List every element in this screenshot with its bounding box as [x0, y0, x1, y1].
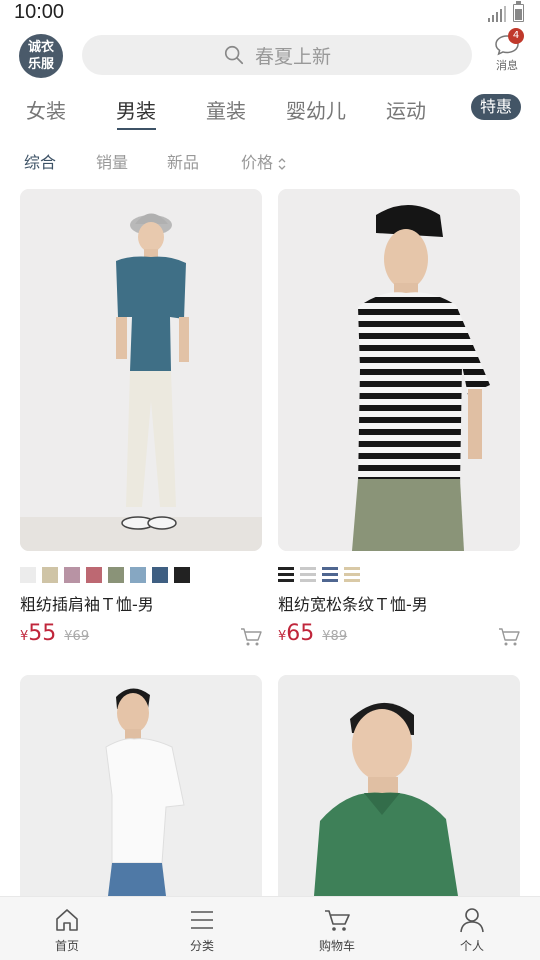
price-row: ¥55 ¥69 — [20, 621, 262, 649]
color-swatch[interactable] — [322, 567, 338, 583]
sort-comprehensive[interactable]: 综合 — [24, 149, 56, 173]
color-swatches — [20, 567, 190, 583]
search-icon — [224, 45, 244, 65]
search-bar[interactable]: 春夏上新 — [82, 35, 472, 75]
messages-label: 消息 — [496, 59, 518, 72]
product-image[interactable] — [20, 675, 262, 896]
product-image[interactable] — [278, 675, 520, 896]
sort-sales[interactable]: 销量 — [96, 149, 128, 173]
category-tabs: 女装 男装 童装 婴幼儿 运动 — [0, 88, 540, 132]
color-swatch[interactable] — [20, 567, 36, 583]
color-swatch[interactable] — [300, 567, 316, 583]
logo-line-1: 诚衣 — [27, 40, 54, 55]
add-to-cart-icon[interactable] — [240, 627, 262, 647]
search-placeholder: 春夏上新 — [254, 45, 331, 68]
product-image[interactable] — [20, 189, 262, 551]
product-price: 55 — [28, 621, 57, 646]
nav-cart-label: 购物车 — [318, 939, 355, 953]
app-logo[interactable]: 诚衣 乐服 — [19, 34, 63, 78]
status-bar: 10:00 — [0, 0, 540, 28]
active-tab-indicator — [117, 128, 156, 130]
nav-category-label: 分类 — [189, 939, 214, 953]
product-image[interactable] — [278, 189, 520, 551]
price-row: ¥65 ¥89 — [278, 621, 520, 649]
signal-icon — [488, 6, 506, 22]
tab-kids[interactable]: 童装 — [206, 95, 246, 124]
product-price: 65 — [286, 621, 315, 646]
product-title[interactable]: 粗纺插肩袖Ｔ恤-男 — [20, 591, 154, 615]
color-swatch[interactable] — [42, 567, 58, 583]
sort-new[interactable]: 新品 — [167, 149, 199, 173]
cart-icon — [325, 910, 350, 931]
person-icon — [460, 908, 484, 933]
sort-price[interactable]: 价格 — [241, 149, 287, 173]
original-price: ¥89 — [322, 629, 348, 644]
original-price: ¥69 — [64, 629, 90, 644]
color-swatch[interactable] — [86, 567, 102, 583]
battery-icon — [513, 1, 524, 22]
tab-women[interactable]: 女装 — [26, 95, 66, 124]
sort-price-label: 价格 — [241, 153, 274, 172]
color-swatch[interactable] — [130, 567, 146, 583]
tab-sports[interactable]: 运动 — [386, 95, 426, 124]
nav-category[interactable]: 分类 — [162, 907, 242, 954]
product-title[interactable]: 粗纺宽松条纹Ｔ恤-男 — [278, 591, 428, 615]
tab-men[interactable]: 男装 — [116, 95, 156, 124]
nav-profile[interactable]: 个人 — [432, 907, 512, 954]
home-icon — [56, 909, 78, 931]
tab-baby[interactable]: 婴幼儿 — [286, 95, 346, 124]
nav-profile-label: 个人 — [459, 939, 484, 953]
message-count-badge: 4 — [508, 28, 524, 44]
nav-home-label: 首页 — [54, 939, 79, 953]
nav-home[interactable]: 首页 — [27, 907, 107, 954]
bottom-nav: 首页 分类 购物车 个人 — [0, 896, 540, 960]
color-swatch[interactable] — [344, 567, 360, 583]
sort-arrows-icon — [278, 157, 286, 170]
menu-icon — [191, 911, 213, 929]
color-swatches — [278, 567, 360, 583]
messages-button[interactable]: 4 消息 — [490, 28, 524, 74]
color-swatch[interactable] — [64, 567, 80, 583]
sort-bar: 综合 销量 新品 价格 — [0, 146, 540, 174]
color-swatch[interactable] — [278, 567, 294, 583]
status-time: 10:00 — [14, 1, 65, 23]
tab-special-offer[interactable]: 特惠 — [471, 94, 521, 120]
add-to-cart-icon[interactable] — [498, 627, 520, 647]
color-swatch[interactable] — [152, 567, 168, 583]
color-swatch[interactable] — [108, 567, 124, 583]
nav-cart[interactable]: 购物车 — [297, 907, 377, 954]
logo-line-2: 乐服 — [27, 57, 54, 72]
color-swatch[interactable] — [174, 567, 190, 583]
